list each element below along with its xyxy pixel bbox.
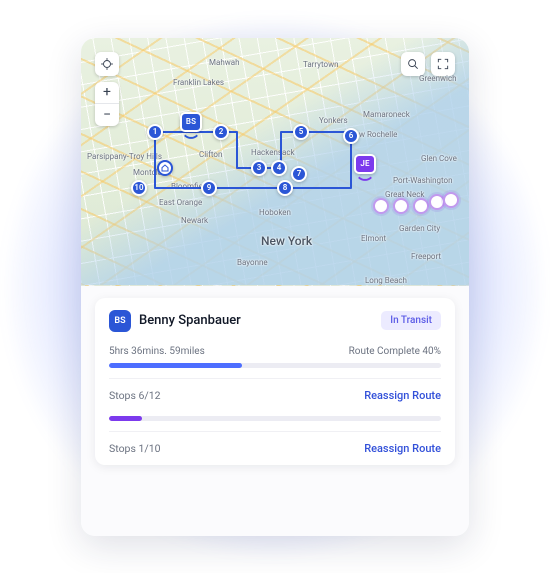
expand-icon <box>436 57 450 71</box>
city-label: Tarrytown <box>303 60 339 69</box>
zoom-in-button[interactable]: + <box>95 82 119 104</box>
locate-button[interactable] <box>95 52 119 76</box>
time-distance-text: 5hrs 36mins. 59miles <box>109 346 205 357</box>
city-label: Freeport <box>411 252 441 261</box>
stops-count: Stops 6/12 <box>109 389 161 402</box>
stop-marker-purple[interactable] <box>413 198 429 214</box>
city-label: Garden City <box>399 224 440 233</box>
city-label: Hoboken <box>259 208 291 217</box>
city-label: Glen Cove <box>421 154 457 163</box>
tracking-card: + − New York Newark Yonkers Hackensack H… <box>81 38 469 536</box>
progress-bar <box>109 416 441 421</box>
stop-marker[interactable]: 9 <box>201 180 217 196</box>
stop-marker[interactable]: 5 <box>293 124 309 140</box>
city-label: Mahwah <box>209 58 240 67</box>
home-marker[interactable] <box>157 160 173 176</box>
city-label: Yonkers <box>319 116 348 125</box>
city-label: Long Beach <box>365 276 407 285</box>
stop-marker[interactable]: 4 <box>271 160 287 176</box>
crosshair-icon <box>100 57 114 71</box>
stops-count: Stops 1/10 <box>109 442 161 455</box>
city-label: New York <box>261 234 312 248</box>
city-label: Newark <box>181 216 208 225</box>
fullscreen-button[interactable] <box>431 52 455 76</box>
driver-name: Benny Spanbauer <box>139 313 373 328</box>
stop-marker-purple[interactable] <box>373 198 389 214</box>
stop-marker-purple[interactable] <box>393 198 409 214</box>
route-card: BS Benny Spanbauer In Transit 5hrs 36min… <box>95 298 455 465</box>
city-label: Parsippany-Troy Hills <box>87 152 162 161</box>
stop-marker[interactable]: 7 <box>291 166 307 182</box>
city-label: Hackensack <box>251 148 295 157</box>
city-label: Clifton <box>199 150 222 159</box>
stop-marker[interactable]: 1 <box>147 124 163 140</box>
progress-bar <box>109 363 441 368</box>
city-label: Bayonne <box>237 258 268 267</box>
stop-marker[interactable]: 8 <box>277 180 293 196</box>
stop-marker[interactable]: 3 <box>251 160 267 176</box>
map-search-button[interactable] <box>401 52 425 76</box>
reassign-route-link[interactable]: Reassign Route <box>364 389 441 402</box>
progress-fill <box>109 363 242 368</box>
city-label: Franklin Lakes <box>173 78 224 87</box>
city-label: Mamaroneck <box>363 110 410 119</box>
city-label: Port-Washington <box>393 176 453 185</box>
stop-marker[interactable]: 6 <box>343 128 359 144</box>
stop-marker[interactable]: 2 <box>213 124 229 140</box>
progress-fill <box>109 416 142 421</box>
zoom-out-button[interactable]: − <box>95 104 119 126</box>
reassign-route-link[interactable]: Reassign Route <box>364 442 441 455</box>
city-label: East Orange <box>159 198 202 207</box>
stop-marker-purple[interactable] <box>443 192 459 208</box>
map-view[interactable]: + − New York Newark Yonkers Hackensack H… <box>81 38 469 286</box>
driver-avatar: BS <box>109 310 131 332</box>
routes-panel: BS Benny Spanbauer In Transit 5hrs 36min… <box>81 286 469 536</box>
city-label: Elmont <box>361 234 386 243</box>
home-icon <box>161 164 169 172</box>
route-complete-text: Route Complete 40% <box>349 346 441 357</box>
status-badge: In Transit <box>381 311 441 330</box>
zoom-control: + − <box>95 82 119 126</box>
magnify-icon <box>406 57 420 71</box>
stop-marker[interactable]: 10 <box>131 180 147 196</box>
